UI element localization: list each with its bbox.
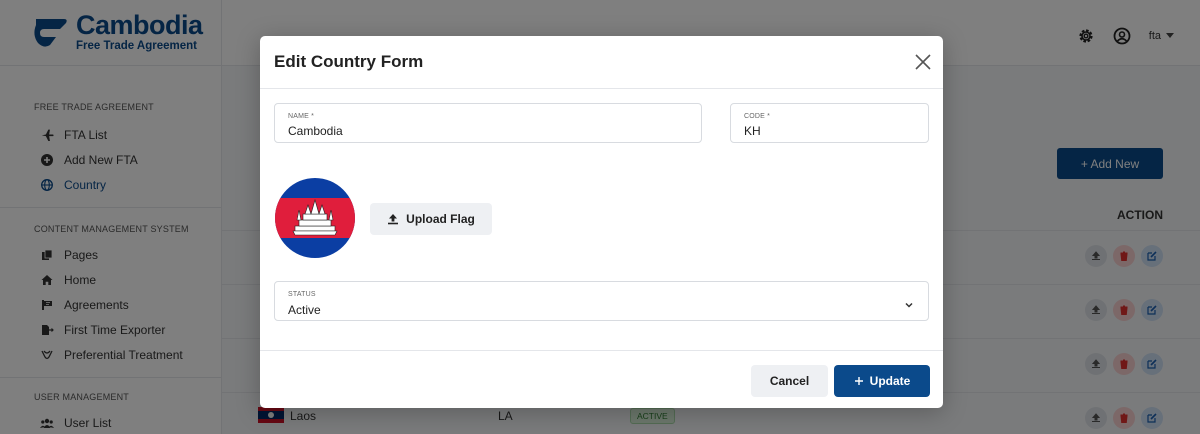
- update-button[interactable]: Update: [834, 365, 930, 397]
- upload-flag-button[interactable]: Upload Flag: [370, 203, 492, 235]
- name-field-label: NAME *: [288, 113, 315, 120]
- upload-flag-label: Upload Flag: [406, 212, 475, 226]
- status-field-label: STATUS: [288, 291, 316, 298]
- edit-country-modal: Edit Country Form NAME * CODE *: [260, 36, 943, 408]
- update-button-label: Update: [869, 374, 911, 388]
- upload-icon: [388, 214, 399, 225]
- chevron-down-icon: [905, 302, 913, 308]
- status-selected-value: Active: [288, 303, 321, 317]
- cambodia-flag-image: [275, 178, 355, 258]
- name-input[interactable]: [288, 124, 691, 138]
- close-icon[interactable]: [913, 52, 933, 72]
- modal-header: Edit Country Form: [260, 36, 943, 89]
- status-select[interactable]: STATUS Active: [274, 281, 929, 321]
- code-field[interactable]: CODE *: [730, 103, 929, 143]
- modal-footer: Cancel Update: [260, 350, 943, 408]
- name-field[interactable]: NAME *: [274, 103, 702, 143]
- code-input[interactable]: [744, 124, 918, 138]
- cancel-button[interactable]: Cancel: [751, 365, 828, 397]
- plus-icon: [854, 377, 863, 385]
- code-field-label: CODE *: [744, 113, 771, 120]
- modal-title: Edit Country Form: [274, 52, 424, 71]
